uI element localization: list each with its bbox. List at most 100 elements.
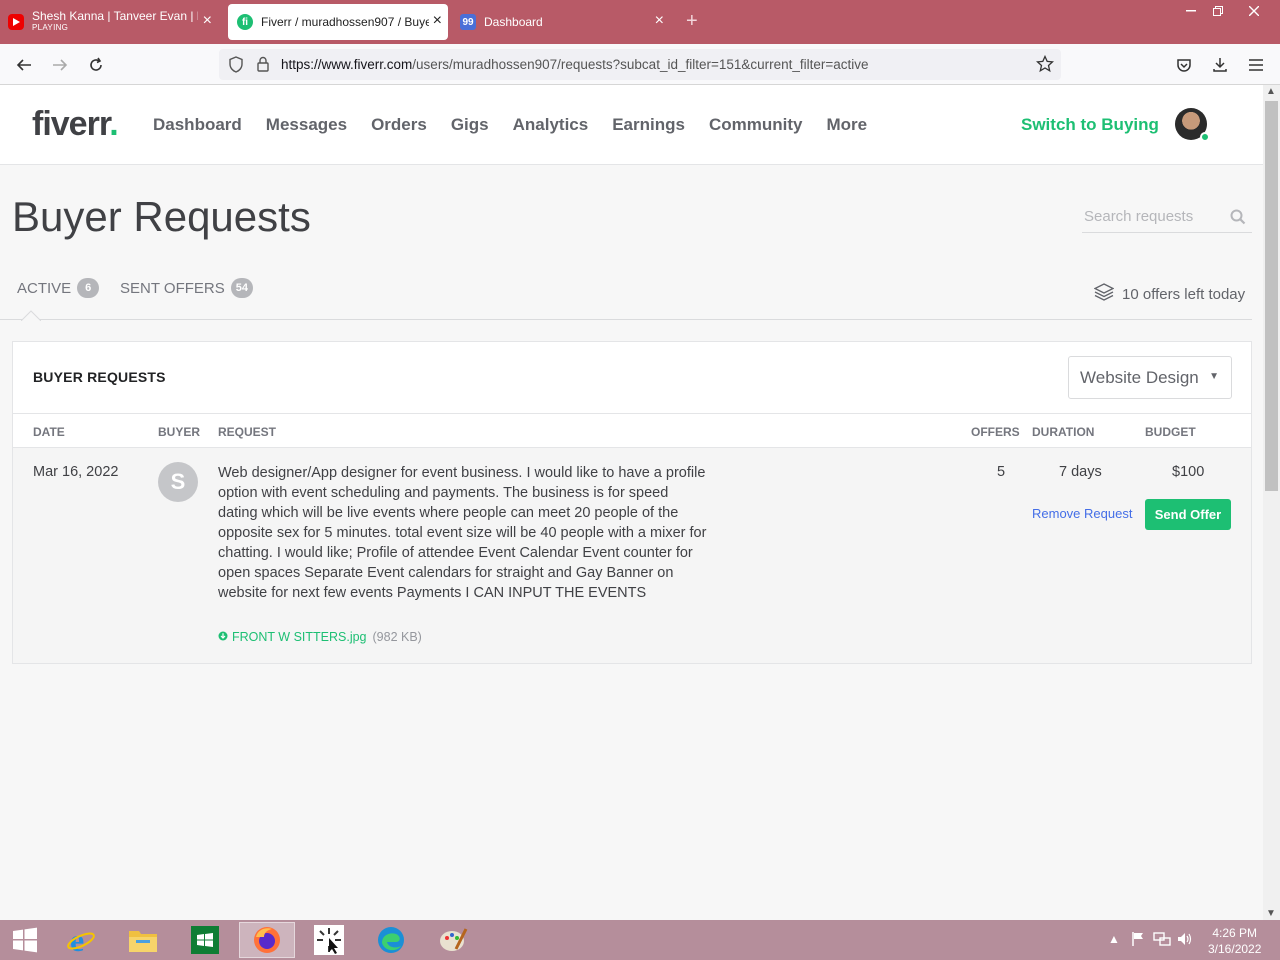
url-text[interactable]: https://www.fiverr.com/users/muradhossen… [281,57,869,72]
count-badge: 54 [230,278,253,298]
back-button[interactable] [12,53,36,77]
download-icon [218,630,228,644]
menu-icon[interactable] [1244,53,1268,77]
page-scrollbar[interactable]: ▲ ▼ [1263,85,1280,920]
nav-dashboard[interactable]: Dashboard [153,115,242,135]
search-icon[interactable] [1230,209,1246,230]
category-select[interactable]: Website Design ▼ [1068,356,1232,399]
active-tab-indicator [21,310,41,321]
column-duration: DURATION [1032,425,1095,439]
nav-more[interactable]: More [826,115,867,135]
firefox-icon[interactable] [239,922,295,958]
close-tab-icon[interactable]: × [655,13,664,29]
nav-gigs[interactable]: Gigs [451,115,489,135]
show-hidden-icons[interactable]: ▲ [1108,932,1120,946]
tab-title: Dashboard [484,15,543,29]
column-offers: OFFERS [971,425,1020,439]
search-input[interactable] [1082,203,1222,229]
count-badge: 6 [77,278,100,298]
category-select-value: Website Design [1080,368,1199,387]
clock-date: 3/16/2022 [1208,942,1262,956]
offers-left-counter: 10 offers left today [1093,283,1246,305]
browser-tab-bar: Shesh Kanna | Tanveer Evan | Be PLAYING … [0,0,1280,44]
network-icon[interactable] [1153,931,1171,950]
tab-sent-offers[interactable]: SENT OFFERS 54 [120,278,253,298]
close-tab-icon[interactable]: × [203,13,212,29]
attachment-filename[interactable]: FRONT W SITTERS.jpg [232,630,367,644]
pocket-icon[interactable] [1172,53,1196,77]
nav-analytics[interactable]: Analytics [513,115,589,135]
clock-time: 4:26 PM [1212,926,1258,940]
store-icon[interactable] [177,922,233,958]
column-request: REQUEST [218,425,277,439]
column-budget: BUDGET [1145,425,1196,439]
downloads-icon[interactable] [1208,53,1232,77]
minimize-button[interactable] [1177,0,1205,22]
scroll-up-icon[interactable]: ▲ [1266,86,1276,97]
nav-community[interactable]: Community [709,115,803,135]
forward-button[interactable] [48,53,72,77]
dashboard-icon: 99 [460,14,476,30]
tab-title: Shesh Kanna | Tanveer Evan | Be [32,10,198,22]
shield-icon[interactable] [228,56,244,78]
attachment-size: (982 KB) [372,630,422,644]
tab-active-label: ACTIVE [17,279,72,297]
tab-playing-label: PLAYING [32,23,69,32]
request-description: Web designer/App designer for event busi… [218,465,707,601]
site-header: fiverr. Dashboard Messages Orders Gigs A… [0,85,1263,165]
duration-value: 7 days [1059,464,1102,480]
taskbar: e ▲ 4:26 PM 3/16/2022 [0,920,1280,960]
tab-active[interactable]: ACTIVE 6 [17,278,100,298]
tab-title: Fiverr / muradhossen907 / Buyer Requests [261,15,429,29]
restore-button[interactable] [1204,0,1232,22]
scroll-down-icon[interactable]: ▼ [1266,908,1276,919]
paint-icon[interactable] [425,922,481,958]
address-bar[interactable]: https://www.fiverr.com/users/muradhossen… [219,49,1061,80]
nav-messages[interactable]: Messages [266,115,347,135]
page-viewport: fiverr. Dashboard Messages Orders Gigs A… [0,85,1263,920]
layers-icon [1093,283,1115,305]
new-tab-button[interactable]: + [686,10,698,33]
nav-orders[interactable]: Orders [371,115,427,135]
offers-left-text: 10 offers left today [1122,285,1246,303]
online-status-dot [1200,132,1210,142]
scrollbar-thumb[interactable] [1265,101,1278,491]
search-requests [1082,203,1252,233]
bookmark-star-icon[interactable] [1035,54,1055,78]
page-title: Buyer Requests [12,193,311,240]
internet-explorer-icon[interactable]: e [53,922,109,958]
budget-value: $100 [1172,464,1205,480]
column-date: DATE [33,425,65,439]
file-explorer-icon[interactable] [115,922,171,958]
chevron-down-icon: ▼ [1209,371,1219,382]
table-row: Mar 16, 2022 S Web designer/App designer… [13,448,1251,663]
browser-nav-bar: https://www.fiverr.com/users/muradhossen… [0,44,1280,85]
fiverr-logo[interactable]: fiverr. [32,105,119,144]
attachment-link[interactable]: FRONT W SITTERS.jpg (982 KB) [218,630,422,644]
table-header: DATE BUYER REQUEST OFFERS DURATION BUDGE… [13,413,1251,448]
volume-icon[interactable] [1177,931,1193,950]
tab-youtube[interactable]: Shesh Kanna | Tanveer Evan | Be PLAYING … [8,4,218,40]
send-offer-button[interactable]: Send Offer [1145,499,1231,530]
reload-button[interactable] [84,53,108,77]
tab-sent-offers-label: SENT OFFERS [120,279,225,297]
switch-to-buying-link[interactable]: Switch to Buying [1021,115,1159,135]
window-close-button[interactable] [1240,0,1268,22]
buyer-requests-panel: BUYER REQUESTS Website Design ▼ DATE BUY… [12,341,1252,664]
close-tab-icon[interactable]: × [433,13,442,29]
panel-title: BUYER REQUESTS [33,369,166,385]
request-tabs: ACTIVE 6 SENT OFFERS 54 [0,275,1252,320]
buyer-avatar[interactable]: S [158,462,198,502]
request-date: Mar 16, 2022 [33,464,119,480]
snipping-tool-icon[interactable] [301,922,357,958]
tab-dashboard[interactable]: 99 Dashboard × [460,4,670,40]
avatar[interactable] [1175,108,1210,142]
system-clock[interactable]: 4:26 PM 3/16/2022 [1208,925,1261,957]
tab-fiverr[interactable]: fi Fiverr / muradhossen907 / Buyer Reque… [228,4,448,40]
flag-icon[interactable] [1130,931,1146,950]
remove-request-link[interactable]: Remove Request [1032,506,1132,521]
edge-icon[interactable] [363,922,419,958]
lock-icon[interactable] [256,56,270,77]
start-button[interactable] [0,922,50,958]
nav-earnings[interactable]: Earnings [612,115,685,135]
